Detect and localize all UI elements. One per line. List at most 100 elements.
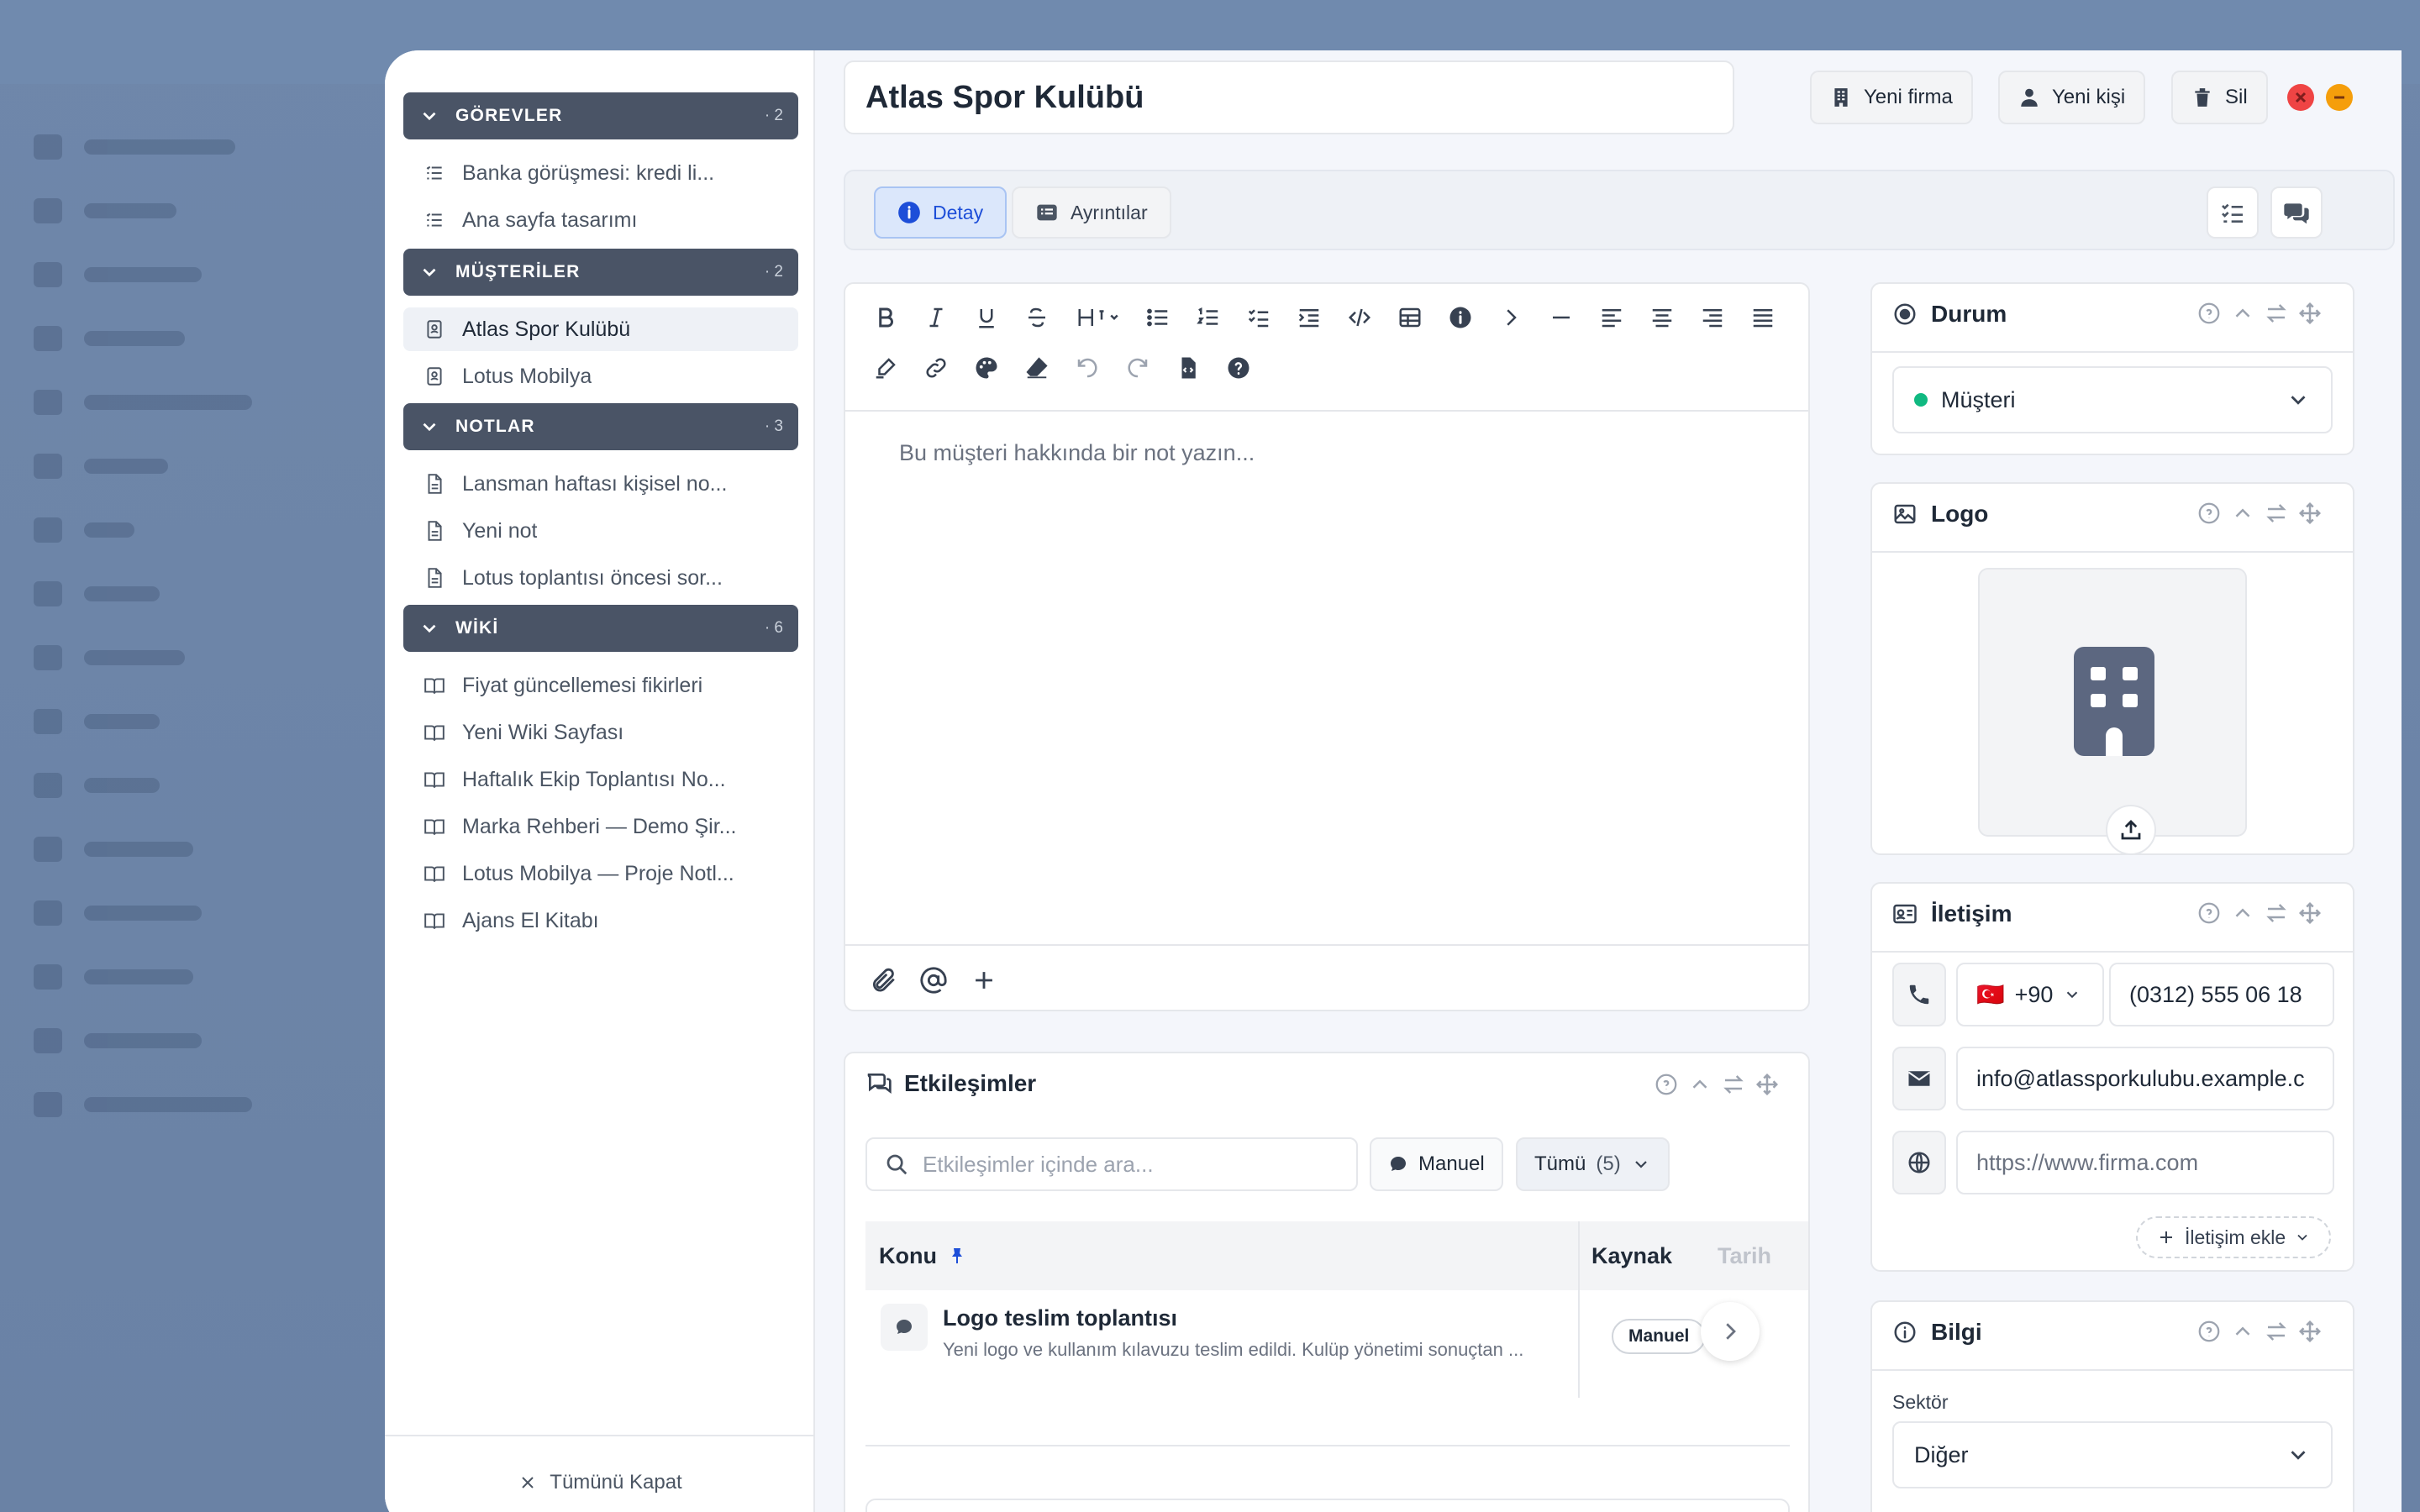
record-title-input[interactable]: Atlas Spor Kulübü (844, 60, 1734, 134)
redo-button[interactable] (1113, 346, 1163, 390)
underline-button[interactable] (961, 296, 1012, 339)
move-icon[interactable] (1754, 1072, 1780, 1097)
column-header-date[interactable]: Tarih (1704, 1243, 1771, 1269)
interaction-subject[interactable]: Logo teslim toplantısı (943, 1305, 1177, 1331)
horizontal-rule-button[interactable] (1536, 296, 1586, 339)
filter-dropdown[interactable]: Tümü (5) (1516, 1137, 1670, 1191)
help-icon[interactable] (1654, 1072, 1679, 1097)
tab-details[interactable]: Ayrıntılar (1012, 186, 1171, 239)
status-select[interactable]: Müşteri (1892, 366, 2333, 433)
sidebar-item-wiki[interactable]: Haftalık Ekip Toplantısı No... (403, 758, 798, 801)
move-icon[interactable] (2297, 301, 2323, 326)
close-all-button[interactable]: Tümünü Kapat (385, 1435, 815, 1512)
highlight-button[interactable] (860, 346, 911, 390)
sidebar-item-task[interactable]: Ana sayfa tasarımı (403, 198, 798, 242)
new-person-button[interactable]: Yeni kişi (1998, 71, 2146, 124)
move-icon[interactable] (2297, 900, 2323, 926)
sector-select[interactable]: Diğer (1892, 1421, 2333, 1488)
swap-icon[interactable] (2264, 301, 2289, 326)
country-code-select[interactable]: 🇹🇷 +90 (1956, 963, 2104, 1026)
section-header-notes[interactable]: NOTLAR · 3 (403, 403, 798, 450)
move-icon[interactable] (2297, 501, 2323, 526)
chevron-up-icon[interactable] (1687, 1072, 1712, 1097)
swap-icon[interactable] (2264, 900, 2289, 926)
delete-button[interactable]: Sil (2171, 71, 2268, 124)
sidebar-item-note[interactable]: Lansman haftası kişisel no... (403, 462, 798, 506)
checklist-button[interactable] (2207, 186, 2259, 239)
phone-input[interactable]: (0312) 555 06 18 (2109, 963, 2334, 1026)
comments-button[interactable] (2270, 186, 2323, 239)
help-icon[interactable] (2196, 900, 2222, 926)
help-icon[interactable] (2196, 301, 2222, 326)
task-list-button[interactable] (1234, 296, 1284, 339)
add-contact-button[interactable]: İletişim ekle (2136, 1216, 2332, 1258)
help-icon[interactable] (2196, 501, 2222, 526)
chevron-up-icon[interactable] (2230, 301, 2255, 326)
section-header-wiki[interactable]: WİKİ · 6 (403, 605, 798, 652)
bullet-list-button[interactable] (1133, 296, 1183, 339)
color-button[interactable] (961, 346, 1012, 390)
section-count: · 3 (764, 417, 783, 435)
plus-icon[interactable] (970, 966, 998, 995)
help-icon[interactable] (2196, 1319, 2222, 1344)
interactions-search-input[interactable]: Etkileşimler içinde ara... (865, 1137, 1358, 1191)
strikethrough-button[interactable] (1012, 296, 1062, 339)
bold-button[interactable] (860, 296, 911, 339)
chevron-up-icon[interactable] (2230, 1319, 2255, 1344)
email-input[interactable]: info@atlassporkulubu.example.c (1956, 1047, 2334, 1110)
sidebar-item-wiki[interactable]: Marka Rehberi — Demo Şir... (403, 805, 798, 848)
swap-icon[interactable] (1721, 1072, 1746, 1097)
italic-button[interactable] (911, 296, 961, 339)
align-right-button[interactable] (1687, 296, 1738, 339)
table-button[interactable] (1385, 296, 1435, 339)
swap-icon[interactable] (2264, 1319, 2289, 1344)
column-label: Konu (879, 1242, 937, 1268)
undo-button[interactable] (1062, 346, 1113, 390)
sidebar-item-wiki[interactable]: Lotus Mobilya — Proje Notl... (403, 852, 798, 895)
table-footer-divider (865, 1445, 1790, 1446)
column-header-source[interactable]: Kaynak (1578, 1243, 1704, 1269)
minimize-window-button[interactable] (2326, 84, 2353, 111)
move-icon[interactable] (2297, 1319, 2323, 1344)
column-header-subject[interactable]: Konu (865, 1243, 1578, 1269)
sidebar-item-task[interactable]: Banka görüşmesi: kredi li... (403, 151, 798, 195)
help-button[interactable] (1213, 346, 1264, 390)
close-window-button[interactable] (2287, 84, 2314, 111)
chevron-down-icon (2291, 396, 2306, 405)
section-header-customers[interactable]: MÜŞTERİLER · 2 (403, 249, 798, 296)
align-center-button[interactable] (1637, 296, 1687, 339)
heading-dropdown[interactable] (1062, 296, 1133, 339)
numbered-list-button[interactable] (1183, 296, 1234, 339)
link-button[interactable] (911, 346, 961, 390)
new-company-button[interactable]: Yeni firma (1810, 71, 1973, 124)
scroll-right-button[interactable] (1701, 1302, 1760, 1361)
logo-placeholder[interactable] (1978, 568, 2247, 837)
clear-format-button[interactable] (1012, 346, 1062, 390)
align-left-button[interactable] (1586, 296, 1637, 339)
chevron-up-icon[interactable] (2230, 501, 2255, 526)
toggle-block-button[interactable] (1486, 296, 1536, 339)
upload-logo-button[interactable] (2106, 805, 2156, 853)
sidebar-item-note[interactable]: Yeni not (403, 509, 798, 553)
sidebar-item-customer-active[interactable]: Atlas Spor Kulübü (403, 307, 798, 351)
sidebar-item-wiki[interactable]: Yeni Wiki Sayfası (403, 711, 798, 754)
manual-entry-button[interactable]: Manuel (1370, 1137, 1503, 1191)
tab-detail[interactable]: Detay (874, 186, 1007, 239)
bg-nav-item (34, 454, 168, 479)
indent-button[interactable] (1284, 296, 1334, 339)
sidebar-item-wiki[interactable]: Fiyat güncellemesi fikirleri (403, 664, 798, 707)
sidebar-item-customer[interactable]: Lotus Mobilya (403, 354, 798, 398)
template-button[interactable] (1163, 346, 1213, 390)
website-input[interactable]: https://www.firma.com (1956, 1131, 2334, 1194)
sidebar-item-note[interactable]: Lotus toplantısı öncesi sor... (403, 556, 798, 600)
chevron-up-icon[interactable] (2230, 900, 2255, 926)
swap-icon[interactable] (2264, 501, 2289, 526)
align-justify-button[interactable] (1738, 296, 1788, 339)
info-box-button[interactable] (1435, 296, 1486, 339)
mention-icon[interactable] (919, 966, 948, 995)
sidebar-item-wiki[interactable]: Ajans El Kitabı (403, 899, 798, 942)
editor-placeholder[interactable]: Bu müşteri hakkında bir not yazın... (899, 440, 1255, 466)
code-button[interactable] (1334, 296, 1385, 339)
section-header-tasks[interactable]: GÖREVLER · 2 (403, 92, 798, 139)
attachment-icon[interactable] (869, 966, 897, 995)
